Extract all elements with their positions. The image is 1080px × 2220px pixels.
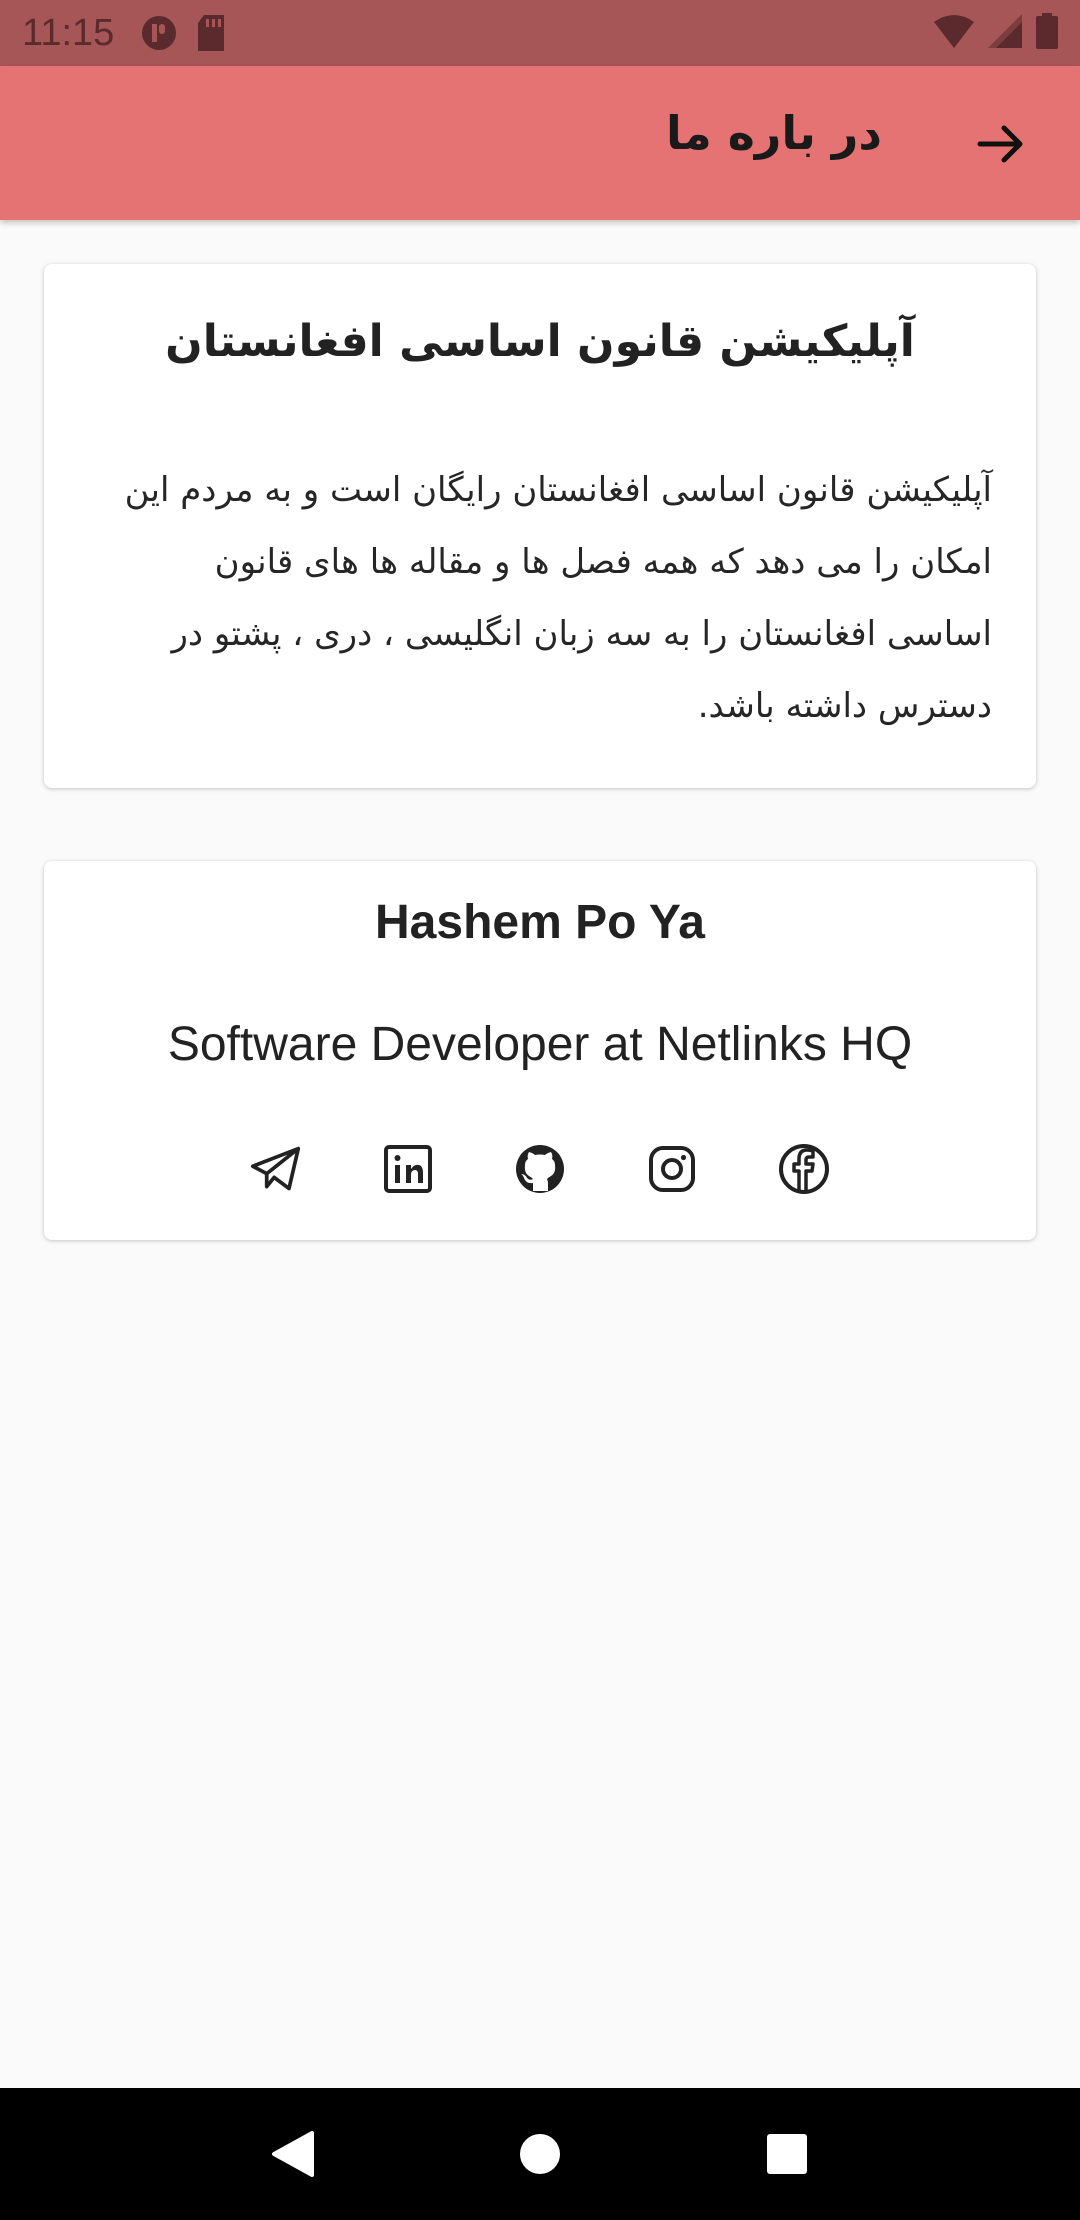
telegram-icon[interactable] (250, 1143, 302, 1195)
app-notification-icon (140, 14, 178, 52)
facebook-icon[interactable] (778, 1143, 830, 1195)
developer-name: Hashem Po Ya (375, 896, 705, 949)
triangle-back-icon (272, 2131, 315, 2177)
app-bar: در باره ما (0, 66, 1080, 220)
signal-icon (988, 14, 1022, 52)
back-button[interactable] (972, 114, 1032, 174)
nav-recents-button[interactable] (757, 2124, 817, 2184)
system-nav-bar (0, 2088, 1080, 2220)
wifi-icon (934, 14, 974, 52)
sd-card-icon (196, 15, 226, 51)
about-card: آپلیکیشن قانون اساسی افغانستان آپلیکیشن … (44, 264, 1036, 788)
arrow-forward-icon (977, 125, 1023, 163)
linkedin-icon[interactable] (382, 1143, 434, 1195)
developer-role: Software Developer at Netlinks HQ (167, 1018, 913, 1071)
nav-home-button[interactable] (510, 2124, 570, 2184)
circle-home-icon (519, 2134, 560, 2174)
nav-back-button[interactable] (263, 2124, 323, 2184)
instagram-icon[interactable] (646, 1143, 698, 1195)
github-icon[interactable] (514, 1143, 566, 1195)
developer-card: Hashem Po Ya Software Developer at Netli… (44, 861, 1036, 1240)
status-bar: 11:15 (0, 0, 1080, 66)
about-description: آپلیکیشن قانون اساسی افغانستان رایگان اس… (124, 470, 992, 726)
social-links (44, 1143, 1036, 1195)
status-time: 11:15 (22, 11, 115, 54)
battery-icon (1036, 13, 1058, 53)
about-title: آپلیکیشن قانون اساسی افغانستان (165, 316, 915, 367)
square-recents-icon (766, 2134, 807, 2174)
page-title: در باره ما (665, 106, 882, 160)
